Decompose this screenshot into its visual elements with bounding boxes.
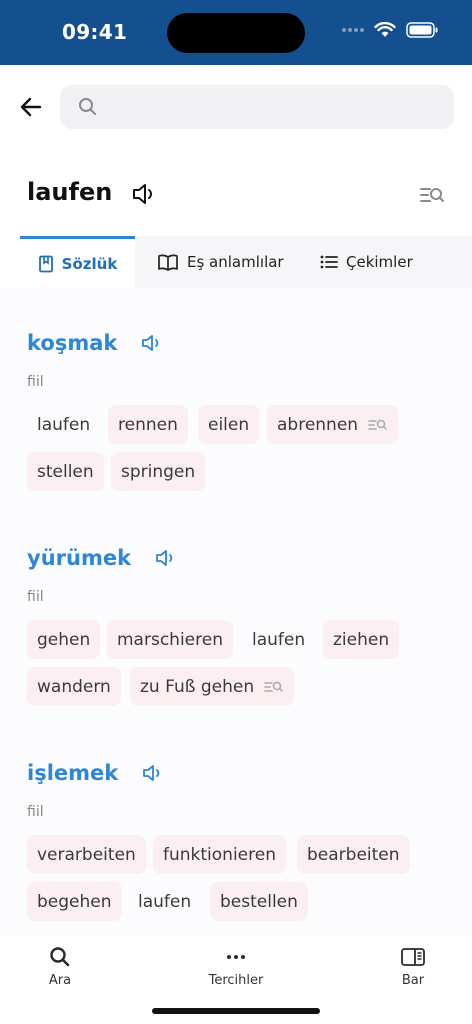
synonym-chip[interactable]: bearbeiten (297, 835, 410, 874)
synonym-chip[interactable]: rennen (108, 405, 188, 444)
part-of-speech: fiil (27, 374, 44, 390)
speaker-icon[interactable] (155, 548, 177, 568)
search-input[interactable] (104, 85, 444, 129)
dictionary-content: koşmak fiil laufen rennen eilen abrennen… (0, 288, 472, 936)
synonym-chip[interactable]: gehen (27, 620, 101, 659)
dynamic-island (167, 13, 305, 53)
search-icon (79, 98, 96, 115)
search-list-icon[interactable] (419, 185, 445, 205)
synonym-chip[interactable]: ziehen (323, 620, 400, 659)
speaker-icon[interactable] (141, 333, 163, 353)
search-list-icon (368, 419, 387, 430)
nav-preferences-label: Tercihler (208, 973, 264, 988)
more-dots-icon (227, 955, 245, 959)
synonym-chip[interactable]: stellen (27, 452, 104, 491)
sense-entry: işlemek fiil verarbeiten funktionieren b… (27, 756, 447, 925)
synonym-chip[interactable]: eilen (198, 405, 260, 444)
synonym-chip[interactable]: zu Fuß gehen (130, 667, 295, 706)
open-book-icon (158, 254, 178, 271)
search-bar[interactable] (60, 85, 454, 129)
synonym-chip[interactable]: springen (111, 452, 206, 491)
tab-conjugations-label: Çekimler (346, 253, 413, 271)
nav-preferences[interactable]: Tercihler (196, 946, 276, 988)
nav-search-label: Ara (48, 973, 72, 988)
synonym-chip[interactable]: laufen (27, 405, 100, 444)
search-list-icon (264, 681, 283, 692)
back-button[interactable] (16, 92, 46, 122)
synonym-chip[interactable]: marschieren (107, 620, 233, 659)
wifi-icon (374, 22, 396, 37)
synonym-chip[interactable]: wandern (27, 667, 121, 706)
sense-word: koşmak (27, 331, 118, 355)
search-icon (50, 947, 70, 967)
tab-bar: Sözlük Eş anlamlılar Çekimler (20, 236, 472, 288)
synonym-chip[interactable]: bestellen (210, 882, 308, 921)
synonym-chip[interactable]: verarbeiten (27, 835, 146, 874)
tab-synonyms-label: Eş anlamlılar (187, 253, 284, 271)
sense-word: yürümek (27, 546, 132, 570)
sense-entry: yürümek fiil gehen marschieren laufen zi… (27, 541, 447, 710)
status-time: 09:41 (62, 20, 128, 44)
tab-dictionary[interactable]: Sözlük (20, 236, 135, 288)
battery-icon (406, 22, 438, 38)
synonym-chip[interactable]: abrennen (267, 405, 399, 444)
home-indicator (152, 1008, 320, 1014)
bookmark-book-icon (38, 255, 53, 272)
status-icons (342, 22, 438, 38)
list-icon (320, 255, 338, 269)
nav-bar-label: Bar (401, 973, 425, 988)
arrow-left-icon (20, 97, 42, 117)
speaker-icon[interactable] (131, 182, 157, 206)
tab-dictionary-label: Sözlük (61, 254, 118, 273)
synonym-chip[interactable]: laufen (242, 620, 315, 659)
signal-icon (342, 28, 364, 32)
synonym-chip[interactable]: laufen (128, 882, 201, 921)
sense-entry: koşmak fiil laufen rennen eilen abrennen… (27, 326, 447, 495)
sense-word: işlemek (27, 761, 119, 785)
tab-synonyms[interactable]: Eş anlamlılar (157, 236, 284, 288)
sidebar-panel-icon (401, 948, 425, 966)
nav-search[interactable]: Ara (36, 946, 84, 988)
part-of-speech: fiil (27, 589, 44, 605)
speaker-icon[interactable] (142, 763, 164, 783)
status-bar: 09:41 (0, 0, 472, 65)
tab-conjugations[interactable]: Çekimler (320, 236, 413, 288)
synonym-chip[interactable]: funktionieren (153, 835, 286, 874)
part-of-speech: fiil (27, 804, 44, 820)
nav-bar[interactable]: Bar (388, 946, 438, 988)
word-title: laufen (27, 178, 113, 206)
synonym-chip[interactable]: begehen (27, 882, 122, 921)
